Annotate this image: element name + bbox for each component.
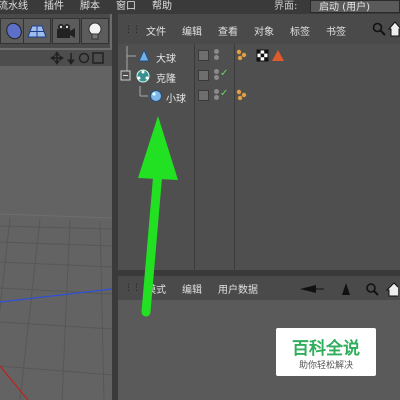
editor-visibility-icon[interactable] xyxy=(198,70,209,81)
object-manager-menubar: ⋮⋮ 文件 编辑 查看 对象 标签 书签 xyxy=(118,18,400,42)
object-row[interactable]: 克隆 ✓ xyxy=(120,66,400,86)
camera-tool-button[interactable] xyxy=(52,18,80,44)
floor-grid-icon xyxy=(27,25,47,38)
om-menu-tags[interactable]: 标签 xyxy=(290,23,310,38)
menu-pipeline[interactable]: 流水线 xyxy=(0,0,28,14)
om-menu-view[interactable]: 查看 xyxy=(218,23,238,38)
viewport-nav-icons[interactable] xyxy=(50,51,110,65)
search-icon[interactable] xyxy=(372,22,386,36)
am-menu-user-data[interactable]: 用户数据 xyxy=(218,281,258,296)
panel-grip-icon[interactable]: ⋮⋮ xyxy=(124,283,141,293)
object-name: 克隆 xyxy=(156,74,176,85)
render-visibility-dots-icon[interactable] xyxy=(214,49,220,61)
light-tool-button[interactable] xyxy=(81,18,109,44)
viewport-grid xyxy=(0,66,112,400)
camera-icon xyxy=(57,24,75,38)
viewport[interactable] xyxy=(0,66,112,400)
panel-grip-icon[interactable]: ⋮⋮ xyxy=(124,25,141,35)
tags-icons[interactable] xyxy=(236,49,286,63)
om-menu-edit[interactable]: 编辑 xyxy=(182,23,202,38)
cone-icon xyxy=(138,49,150,62)
watermark-title: 百科全说 xyxy=(292,339,360,359)
attribute-manager-menubar: ⋮⋮ 模式 编辑 用户数据 xyxy=(118,276,400,300)
floor-tool-button[interactable] xyxy=(23,18,51,44)
menu-plugins[interactable]: 插件 xyxy=(44,0,64,14)
object-name: 大球 xyxy=(156,54,176,65)
am-menu-edit[interactable]: 编辑 xyxy=(182,281,202,296)
editor-visibility-icon[interactable] xyxy=(198,90,209,101)
menu-help[interactable]: 帮助 xyxy=(152,0,172,14)
layout-label: 界面: xyxy=(274,1,298,12)
watermark-subtitle: 助你轻松解决 xyxy=(298,361,353,371)
attribute-nav-icons[interactable] xyxy=(298,281,398,297)
object-row[interactable]: 小球 ✓ xyxy=(120,86,400,106)
watermark-logo: 百科全说 助你轻松解决 xyxy=(276,328,376,376)
menu-window[interactable]: 窗口 xyxy=(116,0,136,14)
collapse-minus-icon[interactable] xyxy=(120,70,132,82)
layout-select[interactable]: 启动 (用户) xyxy=(310,0,400,13)
am-menu-mode[interactable]: 模式 xyxy=(146,281,166,296)
om-menu-objects[interactable]: 对象 xyxy=(254,23,274,38)
hierarchy-lines xyxy=(139,86,148,97)
cloner-icon xyxy=(136,69,150,83)
object-name: 小球 xyxy=(166,94,186,105)
sphere-icon xyxy=(150,90,162,102)
cube-icon xyxy=(6,22,22,40)
menu-script[interactable]: 脚本 xyxy=(80,0,100,14)
layout-select-value: 启动 (用户) xyxy=(319,2,370,13)
object-row[interactable]: 大球 xyxy=(120,46,400,80)
enabled-check-icon[interactable]: ✓ xyxy=(220,88,228,99)
home-icon[interactable] xyxy=(388,21,400,37)
light-bulb-icon xyxy=(88,22,102,40)
om-menu-bookmarks[interactable]: 书签 xyxy=(326,23,346,38)
menubar: 流水线 插件 脚本 窗口 帮助 界面: 启动 (用户) xyxy=(0,0,400,14)
enabled-check-icon[interactable]: ✓ xyxy=(220,68,228,79)
material-tag-icon[interactable] xyxy=(236,89,250,103)
editor-visibility-icon[interactable] xyxy=(198,50,209,61)
viewport-header xyxy=(0,50,112,66)
om-menu-file[interactable]: 文件 xyxy=(146,23,166,38)
